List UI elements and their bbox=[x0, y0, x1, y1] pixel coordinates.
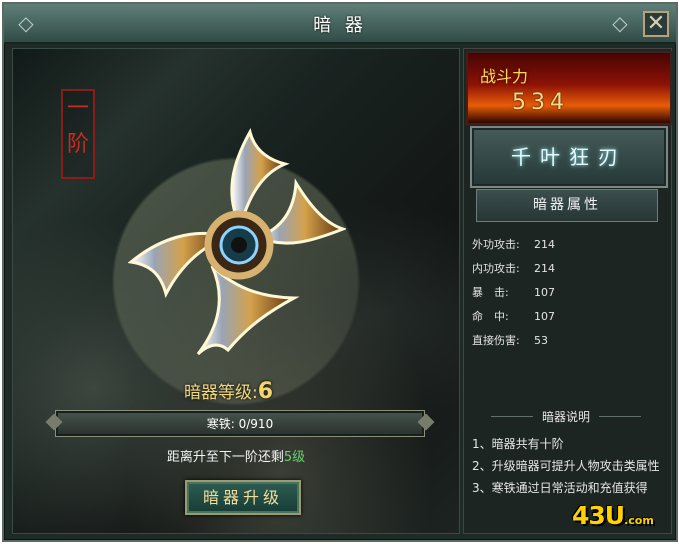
next-tier-remaining: 距离升至下一阶还剩5级 bbox=[13, 446, 459, 465]
attribute-panel: 战斗力 534 千叶狂刃 暗器属性 外功攻击: 214 内功攻击: 214 暴 击:… bbox=[463, 48, 672, 534]
description-title: 暗器说明 bbox=[491, 408, 641, 425]
weapon-display-panel: 一 阶 暗器等级:6 寒铁: 0/910 距离升至下一阶还剩5级 暗器升级 bbox=[12, 48, 460, 534]
logo-main: 43U bbox=[572, 501, 625, 530]
tier-badge: 一 阶 bbox=[61, 89, 95, 179]
attribute-key: 外功攻击: bbox=[472, 238, 520, 251]
hidden-weapon-window: ◇ 暗 器 ◇ ✕ 一 阶 暗器等级:6 寒铁: 0/910 距离升至下一阶还剩… bbox=[2, 2, 678, 542]
remaining-prefix: 距离升至下一阶还剩 bbox=[166, 450, 284, 465]
weapon-level-value: 6 bbox=[257, 379, 274, 404]
weapon-level-label: 暗器等级: bbox=[184, 383, 258, 403]
combat-power-value: 534 bbox=[512, 90, 569, 115]
attribute-list: 外功攻击: 214 内功攻击: 214 暴 击: 107 命 中: 107 直接伤害: 5… bbox=[472, 233, 662, 353]
description-item: 2、升级暗器可提升人物攻击类属性 bbox=[472, 459, 660, 473]
attribute-key: 暴 击: bbox=[472, 286, 509, 299]
attribute-key: 直接伤害: bbox=[472, 334, 520, 347]
tier-text-2: 阶 bbox=[66, 132, 89, 157]
attribute-row: 外功攻击: 214 bbox=[472, 233, 662, 257]
attribute-value: 214 bbox=[534, 238, 555, 251]
attribute-key: 命 中: bbox=[472, 310, 509, 323]
cold-iron-progress-bar: 寒铁: 0/910 bbox=[55, 410, 425, 437]
window-title: 暗 器 bbox=[313, 15, 367, 36]
attribute-row: 内功攻击: 214 bbox=[472, 257, 662, 281]
attribute-value: 53 bbox=[534, 334, 548, 347]
attribute-value: 107 bbox=[534, 286, 555, 299]
tier-text-1: 一 bbox=[66, 96, 89, 121]
hidden-weapon-icon bbox=[128, 127, 346, 356]
description-item: 3、寒铁通过日常活动和充值获得 bbox=[472, 481, 648, 495]
combat-power-banner: 战斗力 534 bbox=[466, 51, 672, 125]
attribute-value: 214 bbox=[534, 262, 555, 275]
attribute-row: 命 中: 107 bbox=[472, 305, 662, 329]
upgrade-button[interactable]: 暗器升级 bbox=[185, 480, 301, 515]
combat-power-label: 战斗力 bbox=[480, 67, 529, 86]
attribute-row: 直接伤害: 53 bbox=[472, 329, 662, 353]
description-item: 1、暗器共有十阶 bbox=[472, 437, 564, 451]
attribute-value: 107 bbox=[534, 310, 555, 323]
logo-suffix: .com bbox=[624, 514, 654, 527]
description-list: 1、暗器共有十阶 2、升级暗器可提升人物攻击类属性 3、寒铁通过日常活动和充值获… bbox=[472, 433, 667, 499]
site-logo: 43U.com bbox=[572, 501, 654, 530]
title-bar: ◇ 暗 器 ◇ ✕ bbox=[4, 4, 676, 44]
weapon-level: 暗器等级:6 bbox=[184, 378, 273, 404]
close-icon: ✕ bbox=[646, 11, 666, 36]
remaining-value: 5级 bbox=[283, 450, 306, 465]
weapon-name: 千叶狂刃 bbox=[470, 126, 668, 188]
close-button[interactable]: ✕ bbox=[643, 11, 669, 37]
attributes-title: 暗器属性 bbox=[476, 189, 658, 222]
attribute-row: 暴 击: 107 bbox=[472, 281, 662, 305]
ornament-icon: ◇ bbox=[612, 11, 628, 35]
attribute-key: 内功攻击: bbox=[472, 262, 520, 275]
cold-iron-count: 寒铁: 0/910 bbox=[206, 417, 274, 431]
